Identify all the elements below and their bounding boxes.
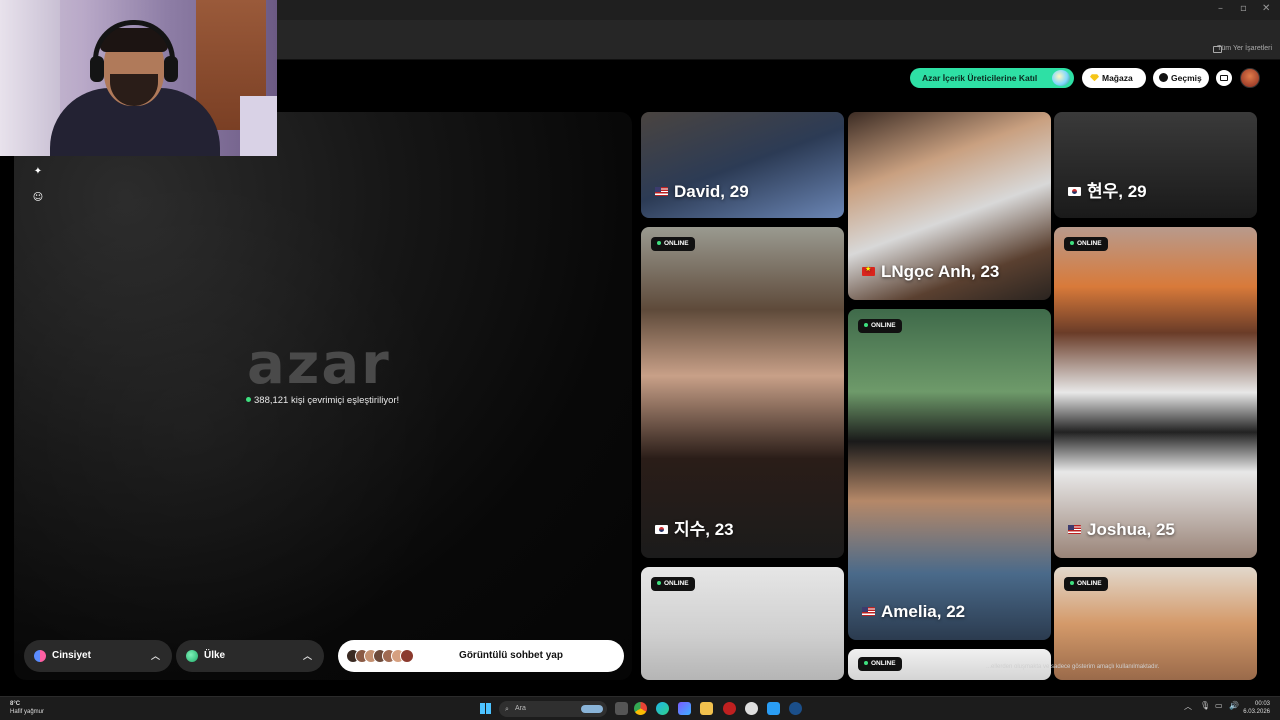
flag-kr-icon (655, 524, 668, 534)
windows-start-icon[interactable] (480, 703, 491, 714)
chevron-up-icon: ︿ (302, 652, 312, 662)
online-badge: ONLINE (651, 237, 695, 251)
tray-chevron-icon[interactable]: ︿ (1184, 701, 1192, 712)
steam-icon[interactable] (789, 702, 802, 715)
clock-date: 6.03.2026 (1243, 709, 1270, 715)
inbox-icon (1220, 75, 1228, 81)
taskbar-clock[interactable]: 00:03 6.03.2026 (1243, 700, 1270, 716)
stage-background (14, 172, 454, 680)
profile-name-text: Joshua, 25 (1087, 520, 1175, 539)
maximize-icon[interactable]: ▫ (1240, 3, 1247, 14)
profile-card[interactable]: David, 29 (641, 112, 844, 218)
clock-icon (1159, 73, 1168, 83)
online-badge: ONLINE (858, 657, 902, 671)
disclaimer-text: ...ellerden oluşmakta ve sadece gösterim… (986, 664, 1160, 670)
online-count-label: 388,121 kişi çevrimiçi eşleştiriliyor! (254, 395, 400, 406)
microphone-icon[interactable]: 🎙 (1200, 701, 1210, 710)
profile-name-text: LNgọc Anh, 23 (881, 262, 1000, 281)
history-button[interactable]: Geçmiş (1153, 68, 1209, 88)
file-explorer-icon[interactable] (700, 702, 713, 715)
creator-join-label: Azar İçerik Üreticilerine Katıl (922, 73, 1038, 83)
minimize-icon[interactable]: – (1218, 3, 1223, 14)
flag-vn-icon (862, 265, 875, 276)
profile-card[interactable]: 현우, 29 (1054, 112, 1257, 218)
profile-card[interactable]: ONLINE Joshua, 25 (1054, 227, 1257, 558)
weather-temp: 8°C (10, 701, 21, 707)
task-view-icon[interactable] (615, 702, 628, 715)
app-icon[interactable] (745, 702, 758, 715)
online-count-text: 388,121 kişi çevrimiçi eşleştiriliyor! (246, 395, 399, 406)
weather-desc: Hafif yağmur (10, 709, 45, 715)
online-badge: ONLINE (1064, 237, 1108, 251)
close-icon[interactable]: ✕ (1262, 3, 1270, 14)
profile-name: David, 29 (655, 182, 749, 202)
inbox-button[interactable] (1216, 70, 1232, 86)
chrome-icon[interactable] (634, 702, 647, 715)
chevron-up-icon: ︿ (150, 652, 160, 662)
flag-us-icon (1068, 524, 1081, 534)
face-filter-icon[interactable]: ☺ (31, 191, 45, 205)
all-bookmarks-link[interactable]: Tüm Yer İşaretleri (1217, 45, 1272, 52)
app-icon[interactable] (723, 702, 736, 715)
country-filter-label: Ülke (204, 650, 226, 661)
store-label: Mağaza (1102, 73, 1133, 83)
profile-name: LNgọc Anh, 23 (862, 262, 999, 282)
flag-us-icon (655, 186, 668, 196)
gender-icon (34, 650, 46, 662)
azar-logo: azar (247, 332, 391, 397)
online-dot-icon (246, 396, 251, 402)
screen: – ▫ ✕ ⎚ ☆ ⧉ ⋮ Tüm Yer İşaretleri Azar İç… (0, 0, 1280, 720)
taskbar-search[interactable]: ⌕ Ara (499, 701, 607, 717)
flag-us-icon (862, 606, 875, 616)
creator-join-button[interactable]: Azar İçerik Üreticilerine Katıl (910, 68, 1074, 88)
store-button[interactable]: Mağaza (1082, 68, 1146, 88)
app-icon[interactable] (767, 702, 780, 715)
profile-card[interactable]: ONLINE 지수, 23 (641, 227, 844, 558)
profile-name: Joshua, 25 (1068, 520, 1175, 540)
start-video-chat-button[interactable]: Görüntülü sohbet yap (338, 640, 624, 672)
profile-card[interactable]: LNgọc Anh, 23 (848, 112, 1051, 300)
profile-name: Amelia, 22 (862, 602, 965, 622)
online-badge: ONLINE (858, 319, 902, 333)
profile-card[interactable]: ONLINE Amelia, 22 (848, 309, 1051, 640)
headphone-cup (90, 56, 104, 82)
gem-icon (1090, 74, 1099, 82)
edge-icon[interactable] (656, 702, 669, 715)
profile-name-text: 지수, 23 (674, 520, 734, 539)
webcam-overlay (0, 0, 277, 156)
globe-icon (186, 650, 198, 662)
avatar[interactable] (1240, 68, 1260, 88)
magic-wand-icon[interactable]: ✦ (31, 165, 45, 179)
search-icon: ⌕ (505, 705, 509, 713)
video-stage: ✦ ☺ azar 388,121 kişi çevrimiçi eşleştir… (14, 112, 632, 680)
weather-widget[interactable]: 8°C Hafif yağmur (10, 700, 44, 716)
clock-time: 00:03 (1254, 701, 1270, 707)
video-chat-label: Görüntülü sohbet yap (459, 650, 563, 661)
search-placeholder: Ara (515, 705, 526, 712)
profile-name: 현우, 29 (1068, 177, 1147, 202)
country-filter-button[interactable]: Ülke ︿ (176, 640, 324, 672)
windows-taskbar: 8°C Hafif yağmur ⌕ Ara ︿ 🎙 ▭ 🔊 00:03 6.0… (0, 696, 1280, 720)
gender-filter-label: Cinsiyet (52, 650, 91, 661)
creator-orb-icon (1052, 70, 1070, 86)
copilot-icon[interactable] (678, 702, 691, 715)
profile-name: 지수, 23 (655, 515, 734, 540)
headphone-cup (164, 56, 178, 82)
history-label: Geçmiş (1171, 73, 1202, 83)
webcam-shelf (240, 96, 277, 156)
profile-name-text: 현우, 29 (1087, 182, 1147, 201)
profile-name-text: Amelia, 22 (881, 602, 966, 621)
profile-name-text: David, 29 (674, 182, 749, 201)
gender-filter-button[interactable]: Cinsiyet ︿ (24, 640, 172, 672)
flag-kr-icon (1068, 186, 1081, 196)
profile-card[interactable]: ONLINE (641, 567, 844, 680)
online-badge: ONLINE (1064, 577, 1108, 591)
online-badge: ONLINE (651, 577, 695, 591)
volume-icon[interactable]: 🔊 (1229, 701, 1239, 710)
search-highlight-icon (581, 705, 603, 713)
headphones-icon (93, 20, 175, 80)
network-icon[interactable]: ▭ (1215, 701, 1223, 710)
